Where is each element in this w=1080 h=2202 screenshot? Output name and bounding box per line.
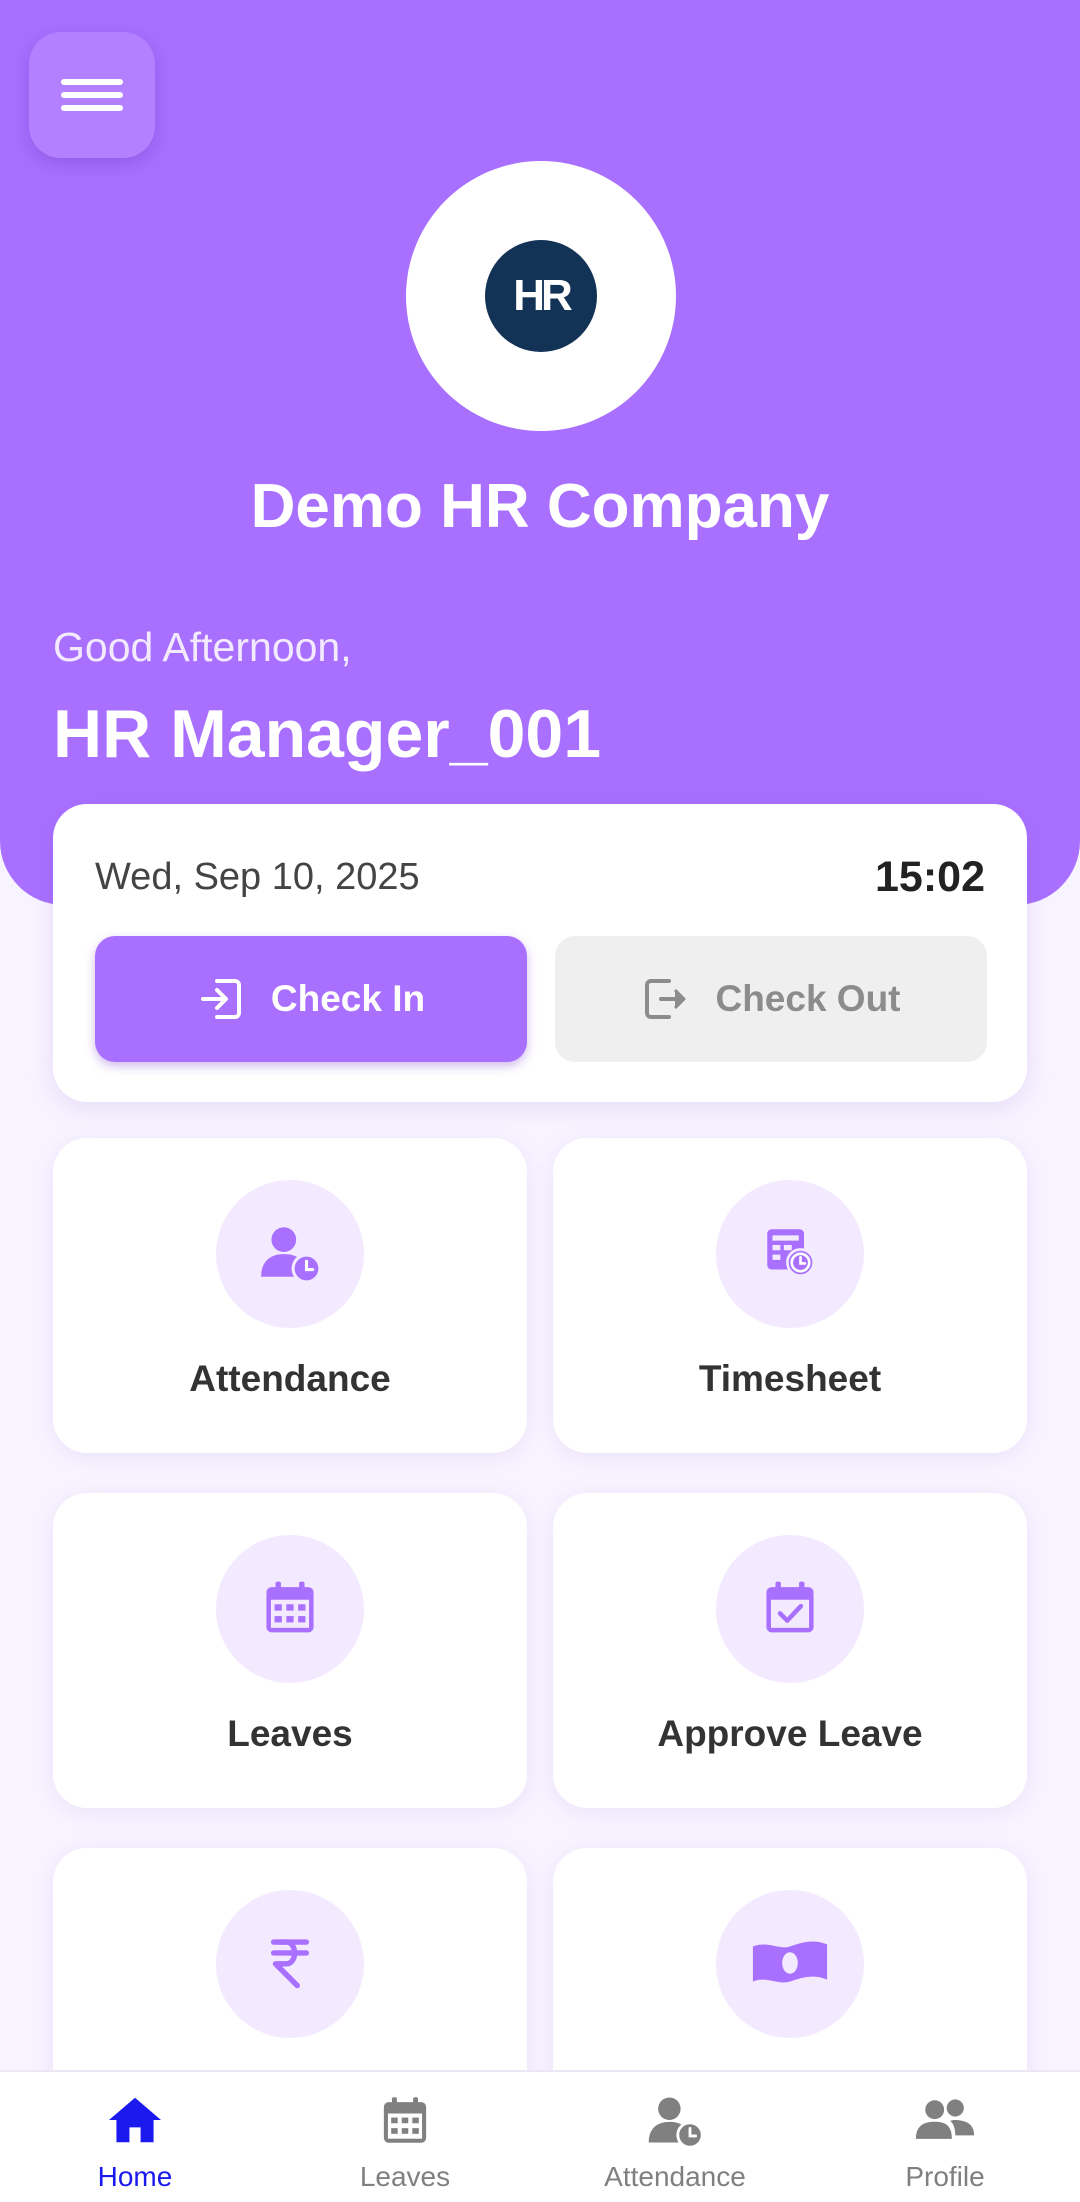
nav-label: Home xyxy=(97,2161,173,2192)
user-name: HR Manager_001 xyxy=(53,696,602,772)
tile-label: Attendance xyxy=(189,1358,391,1399)
nav-home[interactable]: Home xyxy=(0,2072,270,2202)
login-icon xyxy=(197,975,245,1023)
calendar-icon xyxy=(379,2094,431,2151)
current-time: 15:02 xyxy=(875,853,985,901)
header-banner: HR Demo HR Company Good Afternoon, HR Ma… xyxy=(0,0,1080,905)
check-out-button[interactable]: Check Out xyxy=(555,936,987,1062)
check-in-label: Check In xyxy=(270,978,426,1019)
logout-icon xyxy=(641,975,689,1023)
users-icon xyxy=(914,2096,976,2149)
menu-button[interactable] xyxy=(29,32,155,158)
tile-leaves[interactable]: Leaves xyxy=(53,1493,527,1808)
user-clock-icon xyxy=(257,1219,323,1290)
timesheet-clock-icon xyxy=(762,1224,818,1285)
nav-leaves[interactable]: Leaves xyxy=(270,2072,540,2202)
check-in-button[interactable]: Check In xyxy=(95,936,527,1062)
calendar-check-icon xyxy=(761,1578,819,1641)
bottom-navigation: Home Leaves Attendance Profile xyxy=(0,2070,1080,2202)
tile-label: Leaves xyxy=(227,1713,353,1754)
current-date: Wed, Sep 10, 2025 xyxy=(95,856,420,898)
hamburger-menu-icon xyxy=(61,72,123,118)
company-name: Demo HR Company xyxy=(250,472,830,541)
nav-label: Leaves xyxy=(359,2161,451,2192)
check-out-label: Check Out xyxy=(715,978,901,1019)
company-logo: HR xyxy=(406,161,676,431)
nav-profile[interactable]: Profile xyxy=(810,2072,1080,2202)
check-in-card: Wed, Sep 10, 2025 15:02 Check In Check O… xyxy=(53,804,1027,1102)
money-bill-icon xyxy=(749,1936,831,1993)
nav-label: Attendance xyxy=(604,2161,746,2192)
company-logo-mark: HR xyxy=(485,240,597,352)
calendar-icon xyxy=(261,1578,319,1641)
tile-label: Timesheet xyxy=(698,1358,882,1399)
tile-timesheet[interactable]: Timesheet xyxy=(553,1138,1027,1453)
rupee-icon xyxy=(261,1933,319,1996)
tile-label: Approve Leave xyxy=(657,1713,923,1754)
tile-attendance[interactable]: Attendance xyxy=(53,1138,527,1453)
nav-label: Profile xyxy=(905,2161,985,2192)
nav-attendance[interactable]: Attendance xyxy=(540,2072,810,2202)
greeting-text: Good Afternoon, xyxy=(53,624,352,670)
tile-approve-leave[interactable]: Approve Leave xyxy=(553,1493,1027,1808)
home-icon xyxy=(105,2094,165,2151)
user-clock-icon xyxy=(645,2090,705,2155)
